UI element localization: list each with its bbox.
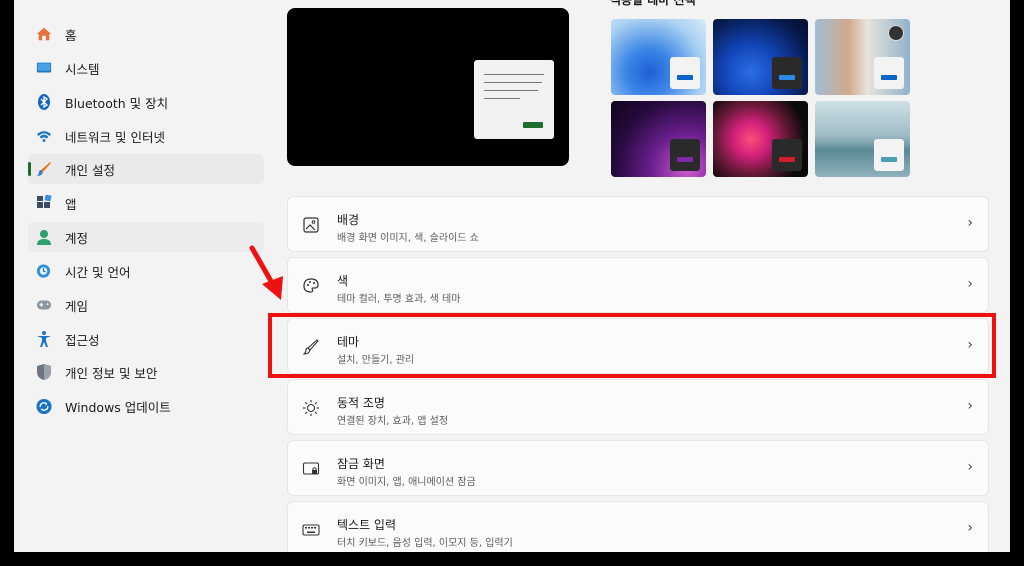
sidebar: 홈 시스템 Bluetooth 및 장치 네트워크 및 인터넷 개인 설정 앱 … (14, 0, 276, 552)
sidebar-item-time-language[interactable]: 시간 및 언어 (28, 256, 264, 286)
theme-sunrise[interactable] (815, 101, 910, 177)
highlight-box (268, 313, 996, 378)
chevron-right-icon: › (967, 276, 973, 292)
sidebar-item-label: 시스템 (65, 61, 100, 77)
wifi-icon (36, 128, 52, 144)
card-subtitle: 배경 화면 이미지, 색, 슬라이드 쇼 (337, 233, 479, 244)
preview-accent-button (523, 122, 543, 128)
sidebar-item-label: 계정 (65, 230, 89, 246)
dynamic-lighting-icon (302, 399, 320, 417)
sidebar-item-label: 네트워크 및 인터넷 (65, 129, 165, 145)
sidebar-item-gaming[interactable]: 게임 (28, 290, 264, 320)
card-background[interactable]: 배경 배경 화면 이미지, 색, 슬라이드 쇼 › (287, 196, 989, 252)
apps-icon (36, 195, 52, 211)
picture-icon (302, 216, 320, 234)
sidebar-item-apps[interactable]: 앱 (28, 188, 264, 218)
theme-glow[interactable] (815, 19, 910, 95)
sidebar-item-label: 게임 (65, 298, 89, 314)
card-title: 배경 (337, 213, 360, 227)
card-title: 잠금 화면 (337, 457, 385, 471)
sidebar-item-label: Windows 업데이트 (65, 399, 171, 415)
sidebar-item-privacy[interactable]: 개인 정보 및 보안 (28, 357, 264, 387)
sidebar-item-accounts[interactable]: 계정 (28, 222, 264, 252)
sidebar-item-system[interactable]: 시스템 (28, 53, 264, 83)
theme-flow[interactable] (713, 101, 808, 177)
chevron-right-icon: › (967, 215, 973, 231)
selection-indicator (28, 162, 31, 176)
sidebar-item-label: 시간 및 언어 (65, 264, 131, 280)
theme-slideshow-icon (888, 25, 904, 41)
sidebar-item-network[interactable]: 네트워크 및 인터넷 (28, 121, 264, 151)
card-text-input[interactable]: 텍스트 입력 터치 키보드, 음성 입력, 이모지 등, 입력기 › (287, 501, 989, 552)
globe-clock-icon (36, 263, 52, 279)
sidebar-item-label: Bluetooth 및 장치 (65, 95, 169, 111)
theme-windows-light[interactable] (611, 19, 706, 95)
chevron-right-icon: › (967, 520, 973, 536)
display-icon (36, 60, 52, 76)
sidebar-item-windows-update[interactable]: Windows 업데이트 (28, 391, 264, 421)
card-subtitle: 연결된 장치, 효과, 앱 설정 (337, 416, 449, 427)
card-dynamic-lighting[interactable]: 동적 조명 연결된 장치, 효과, 앱 설정 › (287, 379, 989, 435)
shield-icon (36, 364, 52, 380)
red-arrow-icon (249, 245, 283, 300)
update-icon (36, 398, 52, 414)
theme-section-title: 적용할 테마 선택 (610, 0, 696, 7)
card-title: 텍스트 입력 (337, 518, 397, 532)
sidebar-item-label: 접근성 (65, 332, 100, 348)
chevron-right-icon: › (967, 398, 973, 414)
keyboard-icon (302, 521, 320, 539)
sidebar-item-personalization[interactable]: 개인 설정 (28, 154, 264, 184)
card-subtitle: 터치 키보드, 음성 입력, 이모지 등, 입력기 (337, 538, 513, 549)
sidebar-item-label: 개인 정보 및 보안 (65, 365, 158, 381)
chevron-right-icon: › (967, 459, 973, 475)
home-icon (36, 26, 52, 42)
lock-screen-icon (302, 460, 320, 478)
gamepad-icon (36, 297, 52, 313)
sidebar-item-label: 개인 설정 (65, 162, 115, 178)
bluetooth-icon (36, 94, 52, 110)
sidebar-item-accessibility[interactable]: 접근성 (28, 324, 264, 354)
accessibility-icon (36, 331, 52, 347)
card-subtitle: 테마 컬러, 투명 효과, 색 테마 (337, 294, 461, 305)
card-title: 동적 조명 (337, 396, 385, 410)
card-title: 색 (337, 274, 349, 288)
sidebar-item-label: 홈 (65, 27, 77, 43)
card-lock-screen[interactable]: 잠금 화면 화면 이미지, 앱, 애니메이션 잠금 › (287, 440, 989, 496)
settings-window: 홈 시스템 Bluetooth 및 장치 네트워크 및 인터넷 개인 설정 앱 … (14, 0, 1010, 552)
sidebar-item-home[interactable]: 홈 (28, 19, 264, 49)
preview-window (474, 60, 554, 139)
card-subtitle: 화면 이미지, 앱, 애니메이션 잠금 (337, 477, 476, 488)
person-icon (36, 229, 52, 245)
palette-icon (302, 277, 320, 295)
theme-windows-dark[interactable] (713, 19, 808, 95)
sidebar-item-label: 앱 (65, 196, 77, 212)
sidebar-item-bluetooth[interactable]: Bluetooth 및 장치 (28, 87, 264, 117)
card-colors[interactable]: 색 테마 컬러, 투명 효과, 색 테마 › (287, 257, 989, 313)
theme-preview (287, 8, 569, 166)
theme-captured-motion[interactable] (611, 101, 706, 177)
brush-icon (36, 161, 52, 177)
